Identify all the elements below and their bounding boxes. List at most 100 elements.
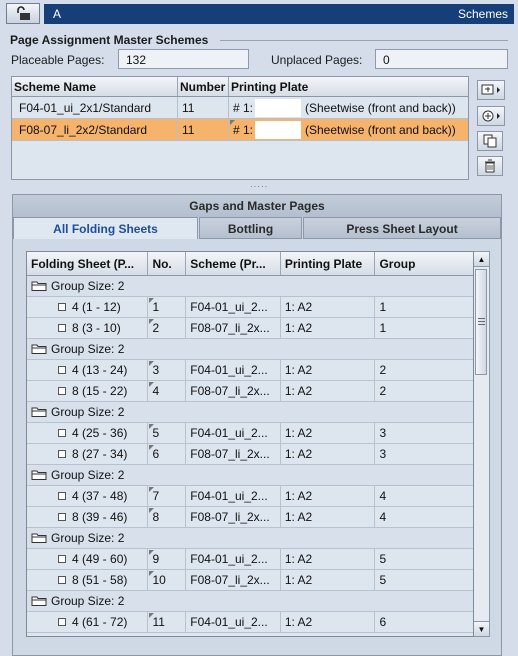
- folding-sheet-cell: 4 (1 - 12): [27, 297, 149, 317]
- column-header-no[interactable]: No.: [148, 252, 187, 275]
- sheet-label: 8 (3 - 10): [72, 321, 121, 335]
- sheet-checkbox[interactable]: [58, 491, 66, 500]
- folder-icon: [31, 281, 47, 291]
- group-number-cell: 3: [379, 447, 387, 461]
- assign-scheme-button[interactable]: [477, 80, 505, 100]
- sheet-checkbox[interactable]: [58, 428, 66, 437]
- column-header-group[interactable]: Group: [375, 252, 473, 275]
- column-header-scheme-name[interactable]: Scheme Name: [12, 77, 178, 96]
- scheme-name-cell: F04-01_ui_2x1/Standard: [12, 97, 178, 118]
- scroll-grip: [478, 318, 485, 319]
- sheet-label: 4 (61 - 72): [72, 615, 128, 629]
- folding-sheet-row[interactable]: 4 (1 - 12) 1 F04-01_ui_2... 1: A2 1: [27, 297, 473, 318]
- column-header-printing-plate[interactable]: Printing Plate: [229, 77, 468, 96]
- sheet-checkbox[interactable]: [58, 302, 66, 311]
- folding-sheet-row[interactable]: 4 (25 - 36) 5 F04-01_ui_2... 1: A2 3: [27, 423, 473, 444]
- printing-plate-cell: 1: A2: [281, 507, 376, 527]
- tab-press-sheet-layout[interactable]: Press Sheet Layout: [303, 217, 501, 239]
- delete-scheme-button[interactable]: [477, 156, 503, 176]
- sheet-checkbox[interactable]: [58, 554, 66, 563]
- group-label: Group Size: 2: [51, 279, 125, 293]
- tab-bottling[interactable]: Bottling: [199, 217, 302, 239]
- scheme-plate-cell: # 1: (Sheetwise (front and back)): [229, 119, 468, 140]
- sheet-checkbox[interactable]: [58, 386, 66, 395]
- group-number-cell: 4: [379, 510, 387, 524]
- group-row[interactable]: Group Size: 2: [27, 402, 473, 423]
- copy-scheme-button[interactable]: [477, 131, 503, 151]
- group-number-cell: 4: [379, 489, 387, 503]
- folder-icon: [31, 470, 47, 480]
- group-number-cell: 5: [379, 573, 387, 587]
- splitter-handle[interactable]: ·····: [250, 182, 268, 191]
- folding-table-body: Group Size: 2 4 (1 - 12) 1 F04-01_ui_2... 1:…: [27, 276, 473, 633]
- folding-sheet-row[interactable]: 8 (51 - 58) 10 F08-07_li_2x... 1: A2 5: [27, 570, 473, 591]
- scheme-row[interactable]: F04-01_ui_2x1/Standard 11 # 1: (Sheetwis…: [12, 97, 468, 119]
- scroll-up-arrow-icon[interactable]: ▲: [474, 252, 489, 267]
- cell-corner-marker: [149, 571, 155, 576]
- sheet-checkbox[interactable]: [58, 365, 66, 374]
- folding-sheet-row[interactable]: 8 (15 - 22) 4 F08-07_li_2x... 1: A2 2: [27, 381, 473, 402]
- scheme-name-cell: F08-07_li_2x2/Standard: [12, 119, 178, 140]
- group-number-cell: 5: [379, 552, 387, 566]
- sheet-checkbox[interactable]: [58, 617, 66, 626]
- group-row[interactable]: Group Size: 2: [27, 339, 473, 360]
- folder-icon: [31, 533, 47, 543]
- tab-all-folding-sheets[interactable]: All Folding Sheets: [13, 217, 198, 239]
- scheme-cell: F08-07_li_2x...: [186, 318, 281, 338]
- folding-sheet-row[interactable]: 4 (37 - 48) 7 F04-01_ui_2... 1: A2 4: [27, 486, 473, 507]
- add-scheme-button[interactable]: [477, 106, 505, 126]
- folding-sheet-row[interactable]: 8 (39 - 46) 8 F08-07_li_2x... 1: A2 4: [27, 507, 473, 528]
- vertical-scrollbar[interactable]: ▲ ▼: [474, 251, 490, 637]
- folding-sheet-row[interactable]: 4 (61 - 72) 11 F04-01_ui_2... 1: A2 6: [27, 612, 473, 633]
- scheme-cell: F08-07_li_2x...: [186, 381, 281, 401]
- folding-sheet-row[interactable]: 8 (3 - 10) 2 F08-07_li_2x... 1: A2 1: [27, 318, 473, 339]
- lock-open-icon: [17, 6, 30, 20]
- panel-title-right: Schemes: [457, 7, 508, 21]
- column-header-printing-plate[interactable]: Printing Plate: [281, 252, 376, 275]
- group-cell: Group Size: 2: [27, 276, 473, 296]
- folding-sheet-row[interactable]: 4 (49 - 60) 9 F04-01_ui_2... 1: A2 5: [27, 549, 473, 570]
- printing-plate-cell: 1: A2: [281, 360, 376, 380]
- plate-redaction: [255, 99, 301, 117]
- group-row[interactable]: Group Size: 2: [27, 465, 473, 486]
- group-label: Group Size: 2: [51, 405, 125, 419]
- group-row[interactable]: Group Size: 2: [27, 528, 473, 549]
- folding-sheet-row[interactable]: 8 (27 - 34) 6 F08-07_li_2x... 1: A2 3: [27, 444, 473, 465]
- column-header-scheme[interactable]: Scheme (Pr...: [186, 252, 281, 275]
- cell-corner-marker: [149, 613, 155, 618]
- scheme-row-selected[interactable]: F08-07_li_2x2/Standard 11 # 1: (Sheetwis…: [12, 119, 468, 141]
- lock-button[interactable]: [6, 3, 40, 24]
- column-header-folding-sheet[interactable]: Folding Sheet (P...: [27, 252, 149, 275]
- sheet-checkbox[interactable]: [58, 323, 66, 332]
- sheet-label: 8 (39 - 46): [72, 510, 128, 524]
- group-cell: Group Size: 2: [27, 402, 473, 422]
- group-number-cell: 1: [379, 321, 387, 335]
- gaps-master-pages-panel: Gaps and Master Pages All Folding Sheets…: [12, 194, 502, 656]
- sheet-checkbox[interactable]: [58, 512, 66, 521]
- printing-plate-cell: 1: A2: [281, 486, 376, 506]
- sheet-label: 8 (51 - 58): [72, 573, 128, 587]
- plate-suffix: (Sheetwise (front and back)): [305, 101, 456, 115]
- folding-sheet-cell: 8 (27 - 34): [27, 444, 149, 464]
- group-cell: Group Size: 2: [27, 528, 473, 548]
- panel-title-left: A: [53, 7, 62, 21]
- scroll-down-arrow-icon[interactable]: ▼: [474, 621, 489, 636]
- sheet-checkbox[interactable]: [58, 449, 66, 458]
- scheme-cell: F08-07_li_2x...: [186, 507, 281, 527]
- sheet-label: 4 (49 - 60): [72, 552, 128, 566]
- placeable-pages-value: 132: [118, 49, 249, 69]
- scroll-thumb[interactable]: [475, 269, 487, 375]
- folding-sheet-row[interactable]: 4 (13 - 24) 3 F04-01_ui_2... 1: A2 2: [27, 360, 473, 381]
- column-header-number[interactable]: Number: [178, 77, 229, 96]
- title-bar: A Schemes: [0, 0, 518, 28]
- add-scheme-icon: [482, 110, 500, 122]
- folding-sheet-cell: 4 (13 - 24): [27, 360, 149, 380]
- group-cell: Group Size: 2: [27, 339, 473, 359]
- plate-redaction: [255, 121, 301, 139]
- number-cell: 4: [148, 381, 187, 401]
- panel-title-strip: A Schemes: [44, 4, 514, 24]
- group-row[interactable]: Group Size: 2: [27, 591, 473, 612]
- unplaced-pages-label: Unplaced Pages:: [271, 53, 363, 67]
- sheet-checkbox[interactable]: [58, 575, 66, 584]
- group-row[interactable]: Group Size: 2: [27, 276, 473, 297]
